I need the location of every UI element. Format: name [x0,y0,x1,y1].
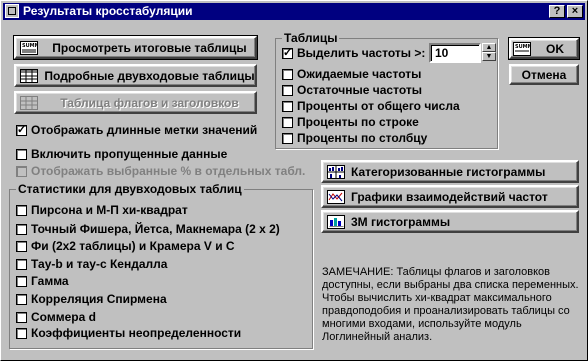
flags-headers-table-button[interactable]: Таблица флагов и заголовков [14,91,257,114]
pct-column-label: Проценты по столбцу [297,131,428,145]
pct-total-checkbox[interactable]: Проценты от общего числа [282,99,460,113]
spearman-label: Корреляция Спирмена [31,292,167,306]
help-button[interactable]: ? [549,5,565,18]
crosstab-results-dialog: Результаты кросстабуляции ? × SUMM Просм… [0,0,588,361]
expected-freq-box[interactable] [282,68,293,80]
spearman-box[interactable] [16,293,27,305]
uncertainty-box[interactable] [16,327,27,339]
table-summary-icon: SUMM [513,41,533,56]
include-missing-checkbox[interactable]: Включить пропущенные данные [16,147,227,161]
summary-tables-label: Просмотреть итоговые таблицы [52,40,247,55]
title-bar: Результаты кросстабуляции ? × [3,3,585,20]
table-grid-icon [20,68,38,83]
highlight-freq-checkbox[interactable]: Выделить частоты >: [282,46,425,60]
pct-row-checkbox[interactable]: Проценты по строке [282,115,419,129]
pct-total-label: Проценты от общего числа [297,99,460,113]
pearson-checkbox[interactable]: Пирсона и М-П хи-квадрат [16,203,188,217]
categorized-histograms-label: Категоризованные гистограммы [351,164,546,179]
somers-d-box[interactable] [16,311,27,323]
cancel-button[interactable]: Отмена [509,64,579,85]
gamma-label: Гамма [31,274,69,288]
note-text: ЗАМЕЧАНИЕ: Таблицы флагов и заголовков д… [322,266,579,343]
app-icon [5,4,19,18]
phi-cramer-label: Фи (2x2 таблицы) и Крамера V и C [31,239,235,253]
pct-row-label: Проценты по строке [297,115,419,129]
tables-group-title: Таблицы [282,31,340,45]
gamma-checkbox[interactable]: Гамма [16,274,69,288]
include-missing-box[interactable] [16,148,27,160]
spin-up-icon[interactable]: ▲ [482,43,496,52]
pearson-box[interactable] [16,204,27,216]
uncertainty-checkbox[interactable]: Коэффициенты неопределенности [16,326,241,340]
kendall-tau-box[interactable] [16,258,27,270]
expected-freq-label: Ожидаемые частоты [297,67,422,81]
phi-cramer-box[interactable] [16,240,27,252]
show-selected-pct-label: Отображать выбранные % в отдельных табл. [31,164,306,178]
long-labels-label: Отображать длинные метки значений [31,123,258,137]
cancel-label: Отмена [521,67,567,82]
fisher-label: Точный Фишера, Йетса, Макнемара (2 x 2) [31,222,280,236]
threshold-spinner[interactable]: ▲ ▼ [482,43,496,61]
somers-d-checkbox[interactable]: Соммера d [16,310,96,324]
categorized-histograms-button[interactable]: Категоризованные гистограммы [321,160,579,183]
pearson-label: Пирсона и М-П хи-квадрат [31,203,188,217]
summary-tables-button[interactable]: SUMM Просмотреть итоговые таблицы [13,35,258,60]
pct-column-checkbox[interactable]: Проценты по столбцу [282,131,427,145]
table-summary-icon: SUMM [20,40,40,55]
pct-total-box[interactable] [282,100,293,112]
phi-cramer-checkbox[interactable]: Фи (2x2 таблицы) и Крамера V и C [16,239,235,253]
long-labels-box[interactable] [16,123,27,136]
3d-histogram-icon [327,214,345,229]
expected-freq-checkbox[interactable]: Ожидаемые частоты [282,67,421,81]
fisher-checkbox[interactable]: Точный Фишера, Йетса, Макнемара (2 x 2) [16,222,280,236]
long-labels-checkbox[interactable]: Отображать длинные метки значений [16,123,257,137]
spin-down-icon[interactable]: ▼ [482,52,496,61]
3d-histograms-label: 3М гистограммы [351,214,451,229]
stats-group-title: Статистики для двувходовых таблиц [16,182,244,196]
uncertainty-label: Коэффициенты неопределенности [31,326,242,340]
3d-histograms-button[interactable]: 3М гистограммы [321,210,579,233]
include-missing-label: Включить пропущенные данные [31,147,228,161]
categorized-histogram-icon [327,164,345,179]
flags-headers-label: Таблица флагов и заголовков [60,95,239,110]
pct-row-box[interactable] [282,116,293,128]
table-grid-icon [20,95,38,110]
highlight-freq-box[interactable] [282,46,293,59]
ok-button[interactable]: SUMM OK [508,37,580,60]
somers-d-label: Соммера d [31,310,96,324]
pct-column-box[interactable] [282,132,293,144]
residual-freq-label: Остаточные частоты [297,83,422,97]
kendall-tau-label: Тау-b и тау-c Кендалла [31,257,168,271]
interaction-plots-button[interactable]: Графики взаимодействий частот [321,185,579,208]
close-button[interactable]: × [567,5,583,18]
gamma-box[interactable] [16,275,27,287]
spearman-checkbox[interactable]: Корреляция Спирмена [16,292,167,306]
residual-freq-box[interactable] [282,84,293,96]
detailed-tables-button[interactable]: Подробные двувходовые таблицы [14,64,257,87]
interaction-plots-label: Графики взаимодействий частот [351,189,548,204]
window-title: Результаты кросстабуляции [23,4,193,18]
detailed-tables-label: Подробные двувходовые таблицы [44,68,255,83]
kendall-tau-checkbox[interactable]: Тау-b и тау-c Кендалла [16,257,167,271]
highlight-freq-label: Выделить частоты >: [297,46,426,60]
highlight-threshold-input[interactable]: 10 [429,43,481,63]
show-selected-pct-box[interactable] [16,165,27,177]
residual-freq-checkbox[interactable]: Остаточные частоты [282,83,422,97]
fisher-box[interactable] [16,223,27,235]
interaction-plot-icon [327,189,345,204]
ok-label: OK [546,41,564,56]
show-selected-pct-checkbox[interactable]: Отображать выбранные % в отдельных табл. [16,164,305,178]
svg-text:SUMM: SUMM [22,43,38,49]
svg-text:SUMM: SUMM [515,44,531,50]
